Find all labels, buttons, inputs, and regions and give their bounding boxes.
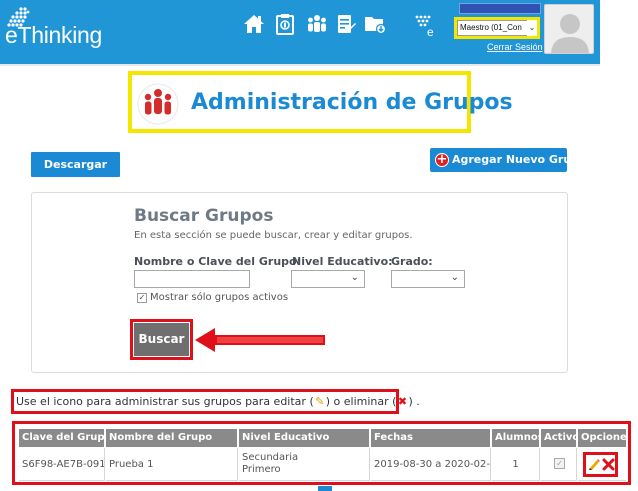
row-active-checkbox: ✓: [554, 458, 565, 469]
folder-download-icon[interactable]: [364, 13, 386, 35]
ethinking-dots-icon[interactable]: e: [414, 12, 438, 38]
download-guide-button[interactable]: Descargar Guía: [31, 152, 120, 196]
logo-text[interactable]: eThinking: [5, 22, 102, 49]
grade-select[interactable]: ⌄: [391, 270, 465, 288]
add-group-label: Agregar Nuevo Grupo: [452, 153, 587, 166]
group-name-input[interactable]: [134, 270, 250, 288]
cell-nivel: Secundaria Primero: [239, 448, 370, 481]
page-title: Administración de Grupos: [191, 90, 513, 115]
hint-part-1: Use el icono para administrar sus grupos…: [16, 395, 314, 408]
cell-alumnos: 1: [492, 448, 540, 481]
user-silhouette-icon: [551, 14, 589, 53]
col-header-alumnos[interactable]: Alumnos: [492, 429, 540, 447]
cell-nivel-line2: Primero: [242, 464, 281, 475]
hint-text: Use el icono para administrar sus grupos…: [16, 395, 420, 408]
level-field-label: Nivel Educativo:: [292, 255, 393, 268]
people-icon[interactable]: [306, 13, 328, 35]
arrow-annotation-icon: [195, 328, 325, 352]
cell-clave: S6F98-AE7B-0919: [19, 448, 105, 481]
plus-icon: +: [435, 152, 449, 167]
col-header-nombre[interactable]: Nombre del Grupo: [106, 429, 238, 447]
chevron-down-icon[interactable]: ⌄: [527, 20, 537, 36]
clipboard-icon[interactable]: [274, 13, 296, 35]
search-description: En esta sección se puede buscar, crear y…: [134, 230, 413, 241]
cell-nivel-line1: Secundaria: [242, 452, 299, 463]
level-select[interactable]: ⌄: [291, 270, 365, 288]
chevron-down-icon: ⌄: [450, 272, 459, 283]
logout-link[interactable]: Cerrar Sesión: [487, 42, 543, 52]
pencil-icon: ✎: [315, 395, 325, 408]
pencil-icon[interactable]: [588, 457, 600, 471]
home-icon[interactable]: [243, 13, 265, 35]
avatar[interactable]: [544, 4, 594, 54]
search-title: Buscar Grupos: [134, 206, 274, 226]
active-only-label: Mostrar sólo grupos activos: [150, 292, 289, 303]
cell-fechas: 2019-08-30 a 2020-02-01: [371, 448, 491, 481]
col-header-opciones: Opciones: [578, 429, 626, 447]
groups-icon: [137, 83, 179, 125]
col-header-activo[interactable]: Activo: [541, 429, 577, 447]
role-select[interactable]: Maestro (01_Con: [457, 20, 537, 36]
svg-text:e: e: [427, 25, 434, 38]
active-only-checkbox[interactable]: ✓: [137, 293, 147, 303]
delete-x-icon: ✖: [397, 395, 408, 408]
add-group-button[interactable]: + Agregar Nuevo Grupo: [430, 148, 587, 172]
report-icon[interactable]: [335, 13, 357, 35]
header-divider: [0, 64, 600, 66]
scroll-indicator: [318, 486, 332, 491]
grade-field-label: Grado:: [391, 255, 433, 268]
delete-x-icon[interactable]: [602, 457, 615, 471]
hint-part-3: ) .: [408, 395, 420, 408]
col-header-clave[interactable]: Clave del Grupo: [19, 429, 105, 447]
cell-nombre: Prueba 1: [106, 448, 238, 481]
hint-part-2: ) o eliminar (: [325, 395, 397, 408]
chevron-down-icon: ⌄: [350, 272, 359, 283]
search-button[interactable]: Buscar: [134, 323, 189, 356]
name-field-label: Nombre o Clave del Grupo:: [134, 255, 301, 268]
col-header-fechas[interactable]: Fechas: [371, 429, 491, 447]
role-banner: [459, 3, 541, 14]
col-header-nivel[interactable]: Nivel Educativo: [239, 429, 370, 447]
